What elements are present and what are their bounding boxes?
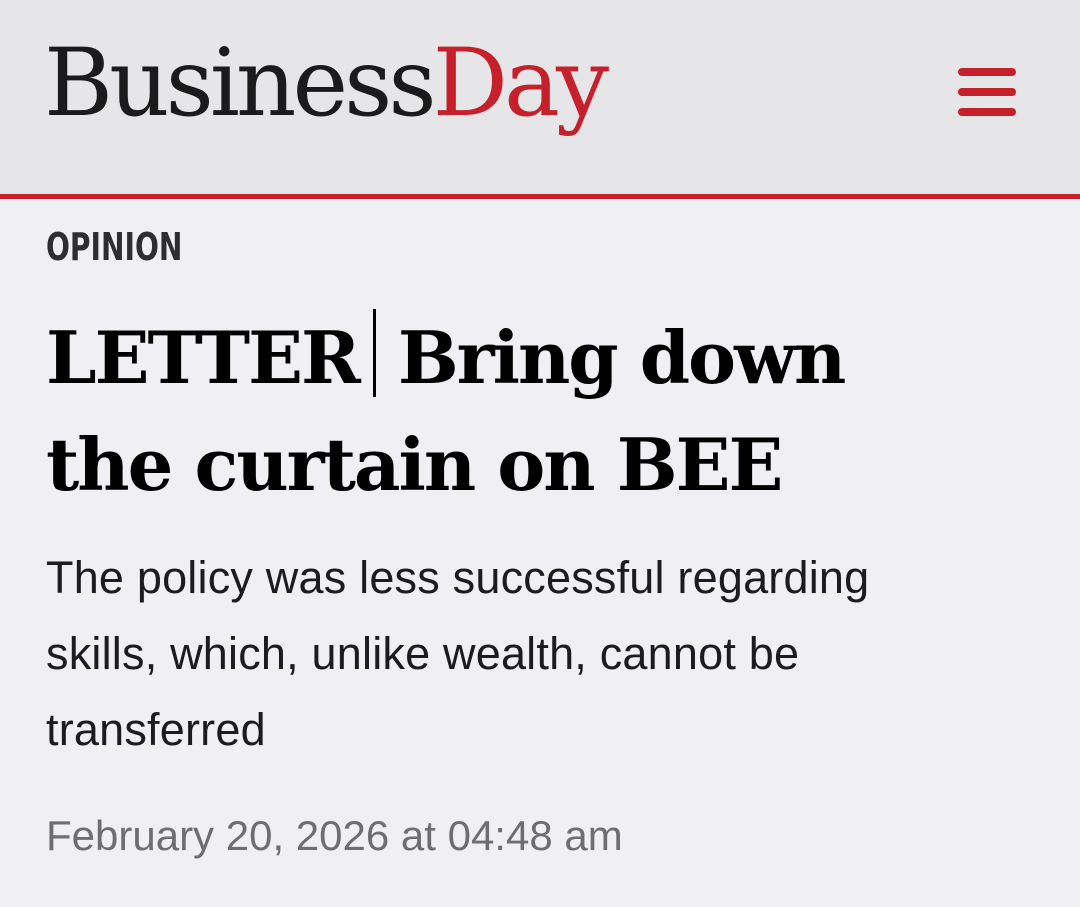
headline-divider [372,309,376,397]
article-summary: The policy was less successful regarding… [46,540,1036,768]
logo-day-text: Day [432,29,610,138]
menu-bar-bottom [958,108,1016,116]
section-label-opinion[interactable]: OPINION [46,222,182,272]
headline-line-2: the curtain on BEE [46,422,783,507]
article-headline: LETTER Bring down the curtain on BEE [46,304,1036,518]
summary-line-1: The policy was less successful regarding [46,552,870,603]
summary-line-3: transferred [46,704,266,755]
headline-line-1: LETTER Bring down [46,304,1036,411]
headline-text-1: Bring down [397,315,847,400]
businessday-logo[interactable]: BusinessDay [44,24,610,144]
publish-timestamp: February 20, 2026 at 04:48 am [46,812,623,859]
menu-bar-top [958,68,1016,76]
menu-bar-middle [958,88,1016,96]
logo-business-text: Business [44,29,437,138]
summary-line-2: skills, which, unlike wealth, cannot be [46,628,800,679]
header-divider [0,194,1080,199]
headline-kicker: LETTER [46,315,361,400]
hamburger-menu-icon[interactable] [952,64,1022,126]
article-page: BusinessDay OPINION LETTER Bring down the… [0,0,1080,907]
site-header: BusinessDay [0,0,1080,194]
